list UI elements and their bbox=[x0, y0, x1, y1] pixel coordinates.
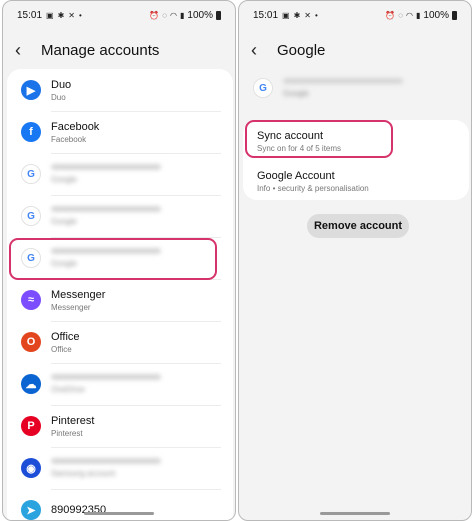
account-row[interactable]: O Office Office bbox=[7, 321, 233, 363]
redacted-account-name bbox=[51, 247, 161, 254]
account-type: Google bbox=[51, 216, 77, 226]
account-row[interactable]: ➤ 890992350 bbox=[7, 489, 233, 520]
account-type: Pinterest bbox=[51, 428, 83, 438]
account-options-card: Sync account Sync on for 4 of 5 items Go… bbox=[243, 120, 469, 200]
account-type: Duo bbox=[51, 92, 66, 102]
dot-icon: • bbox=[79, 10, 82, 20]
redacted-account-name bbox=[51, 163, 161, 170]
signal-icon: ▮ bbox=[416, 10, 421, 20]
remove-account-button[interactable]: Remove account bbox=[307, 214, 409, 238]
account-row[interactable]: ≈ Messenger Messenger bbox=[7, 279, 233, 321]
arrow-left-icon[interactable]: ‹ bbox=[251, 41, 271, 59]
battery-level: 100% bbox=[423, 9, 449, 21]
account-type: Facebook bbox=[51, 134, 87, 144]
sync-account-status: Sync on for 4 of 5 items bbox=[257, 143, 342, 153]
battery-icon bbox=[216, 10, 221, 20]
manage-accounts-screen: 15:01 ▣ ✱ ✕ • ⏰ ◌ ◠ ▮ 100% ‹ Manage acco… bbox=[2, 0, 236, 521]
sync-account-label: Sync account bbox=[257, 129, 324, 142]
account-row[interactable]: ▶ Duo Duo bbox=[7, 69, 233, 111]
redacted-account-name bbox=[51, 205, 161, 212]
onedrive-icon: ☁ bbox=[21, 374, 41, 394]
status-time: 15:01 bbox=[253, 9, 279, 21]
sync-account-item[interactable]: Sync account Sync on for 4 of 5 items bbox=[243, 120, 469, 162]
account-name: Duo bbox=[51, 78, 72, 91]
status-bar: 15:01 ▣ ✱ ✕ • ⏰ ◌ ◠ ▮ 100% bbox=[3, 1, 235, 29]
account-name: Messenger bbox=[51, 288, 106, 301]
page-title: Google bbox=[277, 41, 326, 59]
wifi-icon: ◠ bbox=[406, 10, 414, 20]
google-account-label: Google Account bbox=[257, 169, 335, 182]
battery-icon bbox=[452, 10, 457, 20]
messenger-icon: ≈ bbox=[21, 290, 41, 310]
account-type: Messenger bbox=[51, 302, 91, 312]
duo-icon: ▶ bbox=[21, 80, 41, 100]
account-type: OneDrive bbox=[51, 384, 85, 394]
account-row[interactable]: ☁ OneDrive bbox=[7, 363, 233, 405]
account-header: G Google bbox=[239, 67, 471, 109]
google-icon: G bbox=[21, 206, 41, 226]
redacted-account-name bbox=[51, 457, 161, 464]
page-header: ‹ Manage accounts bbox=[3, 37, 235, 63]
account-name: Facebook bbox=[51, 120, 100, 133]
account-row[interactable]: P Pinterest Pinterest bbox=[7, 405, 233, 447]
office-icon: O bbox=[21, 332, 41, 352]
telegram-icon: ➤ bbox=[21, 500, 41, 520]
tools-icon: ✕ bbox=[68, 10, 75, 20]
wifi-icon: ◠ bbox=[170, 10, 178, 20]
gallery-icon: ▣ bbox=[46, 10, 54, 20]
arrow-left-icon[interactable]: ‹ bbox=[15, 41, 35, 59]
account-type: Google bbox=[51, 174, 77, 184]
pinterest-icon: P bbox=[21, 416, 41, 436]
mute-icon: ◌ bbox=[398, 10, 404, 20]
samsung-account-icon: ◉ bbox=[21, 458, 41, 478]
account-row[interactable]: G Google bbox=[7, 237, 233, 279]
account-type: Google bbox=[51, 258, 77, 268]
page-title: Manage accounts bbox=[41, 41, 160, 59]
account-type: Google bbox=[283, 88, 309, 98]
navigation-handle[interactable] bbox=[84, 512, 154, 515]
facebook-icon: f bbox=[21, 122, 41, 142]
redacted-email bbox=[283, 77, 403, 84]
notification-icon: ✱ bbox=[57, 10, 65, 20]
google-icon: G bbox=[21, 248, 41, 268]
account-row[interactable]: ◉ Samsung account bbox=[7, 447, 233, 489]
tools-icon: ✕ bbox=[304, 10, 311, 20]
page-header: ‹ Google bbox=[239, 37, 471, 63]
notification-icon: ✱ bbox=[293, 10, 301, 20]
status-time: 15:01 bbox=[17, 9, 43, 21]
screenshot-stage: 15:01 ▣ ✱ ✕ • ⏰ ◌ ◠ ▮ 100% ‹ Manage acco… bbox=[0, 0, 474, 521]
account-row[interactable]: G Google bbox=[7, 195, 233, 237]
navigation-handle[interactable] bbox=[320, 512, 390, 515]
alarm-icon: ⏰ bbox=[149, 10, 160, 20]
redacted-account-name bbox=[51, 373, 161, 380]
account-row[interactable]: f Facebook Facebook bbox=[7, 111, 233, 153]
google-account-screen: 15:01 ▣ ✱ ✕ • ⏰ ◌ ◠ ▮ 100% ‹ Google G Go… bbox=[238, 0, 472, 521]
dot-icon: • bbox=[315, 10, 318, 20]
status-bar: 15:01 ▣ ✱ ✕ • ⏰ ◌ ◠ ▮ 100% bbox=[239, 1, 471, 29]
account-name: Office bbox=[51, 330, 80, 343]
google-icon: G bbox=[253, 78, 273, 98]
gallery-icon: ▣ bbox=[282, 10, 290, 20]
alarm-icon: ⏰ bbox=[385, 10, 396, 20]
account-row[interactable]: G Google bbox=[7, 153, 233, 195]
mute-icon: ◌ bbox=[162, 10, 168, 20]
google-account-description: Info • security & personalisation bbox=[257, 183, 369, 193]
account-type: Samsung account bbox=[51, 468, 116, 478]
account-type: Office bbox=[51, 344, 72, 354]
google-account-item[interactable]: Google Account Info • security & persona… bbox=[243, 162, 469, 200]
accounts-list: ▶ Duo Duo f Facebook Facebook G Google G Google G G… bbox=[7, 69, 233, 520]
battery-level: 100% bbox=[187, 9, 213, 21]
signal-icon: ▮ bbox=[180, 10, 185, 20]
account-name: Pinterest bbox=[51, 414, 95, 427]
google-icon: G bbox=[21, 164, 41, 184]
